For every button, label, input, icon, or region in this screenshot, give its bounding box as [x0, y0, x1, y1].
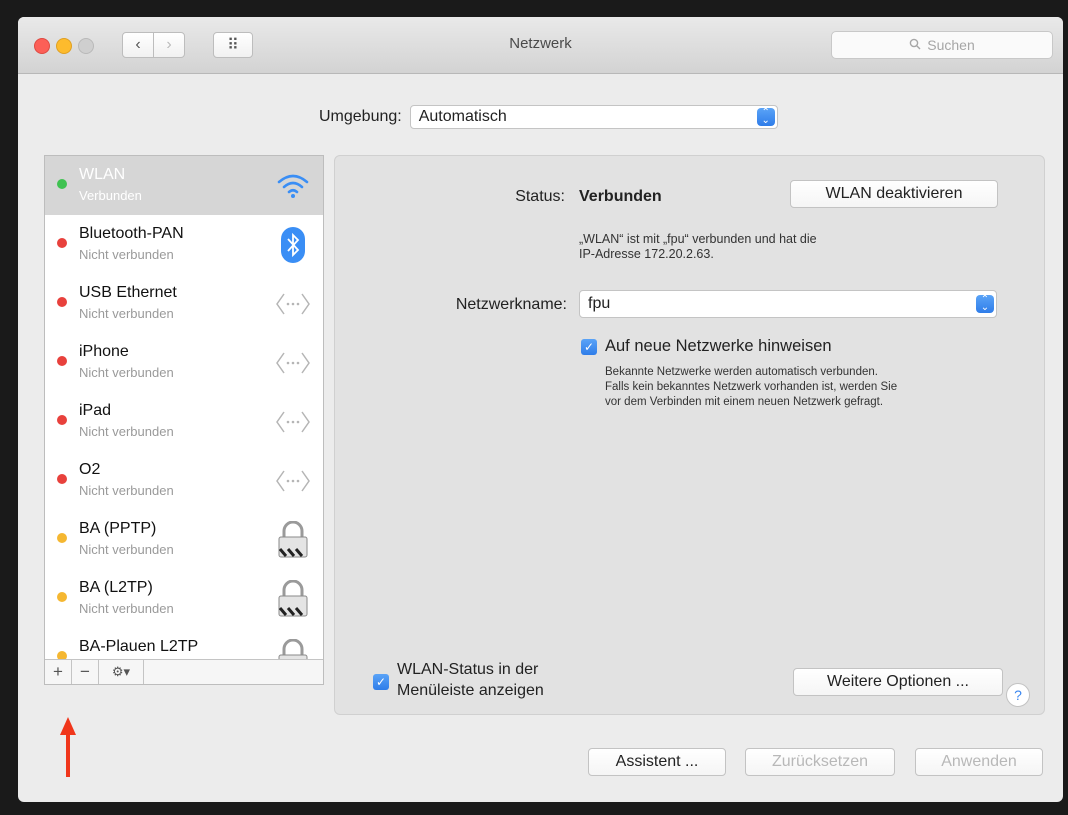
updown-chevron-icon: ⌃ ⌄ — [976, 295, 994, 313]
network-name-select[interactable]: fpu ⌃ ⌄ — [579, 290, 997, 318]
status-info: „WLAN“ ist mit „fpu“ verbunden und hat d… — [579, 232, 817, 261]
title-bar: ‹ › ⠿ Netzwerk Suchen — [18, 17, 1063, 74]
ethernet-icon — [273, 343, 313, 383]
checkmark-icon: ✓ — [583, 340, 595, 354]
service-item[interactable]: Bluetooth-PAN Nicht verbunden — [45, 215, 323, 274]
status-dot — [57, 474, 67, 484]
bluetooth-icon — [273, 225, 313, 265]
status-dot — [57, 297, 67, 307]
red-arrow-annotation — [60, 717, 76, 777]
service-item[interactable]: iPhone Nicht verbunden — [45, 333, 323, 392]
service-item[interactable]: BA (PPTP) Nicht verbunden — [45, 510, 323, 569]
search-placeholder: Suchen — [927, 37, 975, 53]
apply-button[interactable]: Anwenden — [915, 748, 1043, 776]
status-dot — [57, 238, 67, 248]
menubar-status-label: WLAN-Status in der Menüleiste anzeigen — [397, 661, 544, 699]
gear-icon: ⚙▾ — [111, 664, 131, 679]
network-name-value: fpu — [588, 295, 611, 312]
assistant-button[interactable]: Assistent ... — [588, 748, 726, 776]
plus-icon: + — [53, 662, 63, 681]
search-input[interactable]: Suchen — [831, 31, 1053, 59]
service-item[interactable]: iPad Nicht verbunden — [45, 392, 323, 451]
service-name: Bluetooth-PAN — [79, 225, 184, 242]
minus-icon: − — [80, 662, 90, 681]
service-status: Nicht verbunden — [79, 601, 174, 616]
environment-value: Automatisch — [418, 108, 507, 125]
vpn-lock-icon — [273, 520, 313, 560]
status-dot — [57, 533, 67, 543]
service-list-toolbar: + − ⚙▾ — [45, 659, 323, 684]
service-status: Nicht verbunden — [79, 424, 174, 439]
add-service-button[interactable]: + — [45, 660, 72, 684]
service-item[interactable]: USB Ethernet Nicht verbunden — [45, 274, 323, 333]
service-status: Nicht verbunden — [79, 483, 174, 498]
remove-service-button[interactable]: − — [72, 660, 99, 684]
status-dot — [57, 415, 67, 425]
wifi-icon — [273, 166, 313, 206]
updown-chevron-icon: ⌃ ⌄ — [756, 108, 775, 126]
status-dot — [57, 179, 67, 189]
ethernet-icon — [273, 402, 313, 442]
service-item[interactable]: BA (L2TP) Nicht verbunden — [45, 569, 323, 628]
service-name: USB Ethernet — [79, 284, 177, 301]
status-dot — [57, 356, 67, 366]
service-name: O2 — [79, 461, 101, 478]
service-item[interactable]: O2 Nicht verbunden — [45, 451, 323, 510]
detail-panel: Status: Verbunden WLAN deaktivieren „WLA… — [334, 155, 1045, 715]
service-name: BA-Plauen L2TP — [79, 638, 199, 655]
service-name: BA (PPTP) — [79, 520, 157, 537]
service-item[interactable]: WLAN Verbunden — [45, 156, 323, 215]
service-status: Nicht verbunden — [79, 365, 174, 380]
ask-join-checkbox[interactable]: ✓ — [581, 339, 597, 355]
service-status: Nicht verbunden — [79, 542, 174, 557]
revert-button[interactable]: Zurücksetzen — [745, 748, 895, 776]
service-name: WLAN — [79, 166, 126, 183]
ethernet-icon — [273, 284, 313, 324]
status-label: Status: — [515, 188, 565, 205]
menubar-status-checkbox[interactable]: ✓ — [373, 674, 389, 690]
service-status: Verbunden — [79, 188, 142, 203]
environment-label: Umgebung: — [319, 108, 402, 125]
ethernet-icon — [273, 461, 313, 501]
network-name-label: Netzwerkname: — [455, 296, 567, 313]
service-name: iPad — [79, 402, 112, 419]
service-status: Nicht verbunden — [79, 247, 174, 262]
service-list: WLAN Verbunden Bluetooth-PAN Nicht verbunde… — [44, 155, 324, 685]
service-status: Nicht verbunden — [79, 306, 174, 321]
more-options-button[interactable]: Weitere Optionen ... — [793, 668, 1003, 696]
environment-select[interactable]: Automatisch ⌃ ⌄ — [409, 105, 778, 129]
environment-row: Umgebung: Automatisch ⌃ ⌄ — [319, 105, 778, 129]
service-name: BA (L2TP) — [79, 579, 153, 596]
service-name: iPhone — [79, 343, 129, 360]
wlan-deactivate-button[interactable]: WLAN deaktivieren — [790, 180, 998, 208]
question-icon: ? — [1014, 687, 1022, 703]
search-icon — [909, 37, 921, 53]
checkmark-icon: ✓ — [375, 675, 387, 689]
help-button[interactable]: ? — [1006, 683, 1030, 707]
ask-join-info: Bekannte Netzwerke werden automatisch ve… — [605, 366, 898, 408]
ask-join-label: Auf neue Netzwerke hinweisen — [605, 337, 832, 355]
action-menu-button[interactable]: ⚙▾ — [99, 660, 144, 684]
status-value: Verbunden — [579, 188, 662, 205]
status-dot — [57, 592, 67, 602]
network-preferences-window: ‹ › ⠿ Netzwerk Suchen Umgebung: Automati… — [18, 17, 1063, 802]
vpn-lock-icon — [273, 579, 313, 619]
